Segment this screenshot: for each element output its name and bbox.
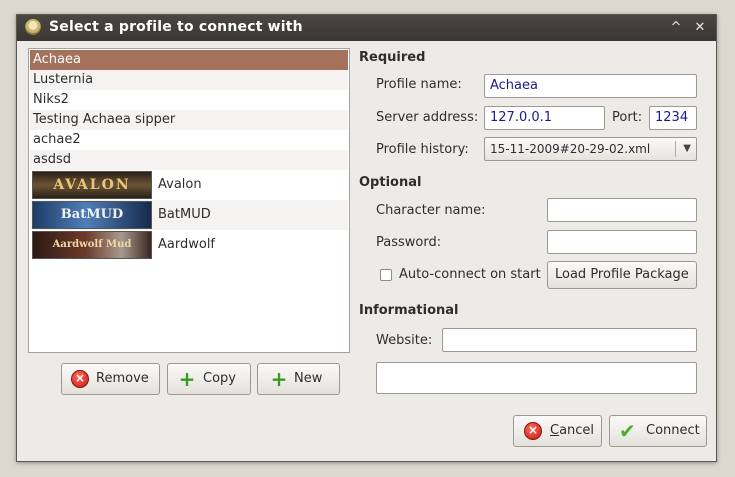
list-item[interactable]: asdsd [30, 150, 348, 170]
cancel-icon: × [524, 422, 542, 440]
website-input[interactable] [442, 328, 697, 352]
connect-button[interactable]: ✔ Connect [609, 415, 707, 447]
port-input[interactable]: 1234 [649, 106, 697, 130]
password-label: Password: [376, 235, 442, 250]
close-button[interactable]: ✕ [690, 18, 710, 38]
plus-icon: + [178, 367, 196, 391]
avalon-banner: AVALON [32, 171, 152, 199]
server-address-label: Server address: [376, 110, 479, 125]
checkmark-icon: ✔ [619, 419, 636, 443]
batmud-banner: BatMUD [32, 201, 152, 229]
port-label: Port: [612, 110, 643, 125]
profile-name-label: Profile name: [376, 77, 462, 92]
required-heading: Required [359, 50, 426, 65]
cancel-button[interactable]: × Cancel [513, 415, 602, 447]
optional-heading: Optional [359, 175, 422, 190]
profile-dialog: Select a profile to connect with ^ ✕ Ach… [16, 14, 717, 462]
list-item[interactable]: Aardwolf Mud Aardwolf [30, 230, 348, 260]
profile-history-select[interactable]: 15-11-2009#20-29-02.xml ▼ [484, 137, 697, 161]
server-address-input[interactable]: 127.0.0.1 [484, 106, 605, 130]
autoconnect-checkbox[interactable] [380, 269, 392, 281]
list-item[interactable]: Niks2 [30, 90, 348, 110]
password-input[interactable] [547, 230, 697, 254]
aardwolf-banner: Aardwolf Mud [32, 231, 152, 259]
list-item[interactable]: Lusternia [30, 70, 348, 90]
description-textarea[interactable] [376, 362, 697, 394]
copy-button[interactable]: + Copy [167, 363, 251, 395]
remove-button[interactable]: × Remove [61, 363, 160, 395]
list-item[interactable]: AVALON Avalon [30, 170, 348, 200]
remove-icon: × [71, 370, 89, 388]
list-item[interactable]: BatMUD BatMUD [30, 200, 348, 230]
website-label: Website: [376, 333, 433, 348]
list-item-label: Avalon [158, 177, 202, 192]
plus-icon: + [270, 367, 288, 391]
character-name-label: Character name: [376, 203, 486, 218]
profile-list[interactable]: Achaea Lusternia Niks2 Testing Achaea si… [28, 48, 350, 353]
load-profile-package-button[interactable]: Load Profile Package [547, 261, 697, 289]
character-name-input[interactable] [547, 198, 697, 222]
profile-name-input[interactable]: Achaea [484, 74, 697, 98]
list-item-label: BatMUD [158, 207, 211, 222]
autoconnect-label: Auto-connect on start [399, 267, 541, 282]
window-title: Select a profile to connect with [49, 19, 303, 35]
list-item-label: Aardwolf [158, 237, 216, 252]
list-item[interactable]: achae2 [30, 130, 348, 150]
app-icon [25, 19, 41, 35]
informational-heading: Informational [359, 303, 459, 318]
list-item[interactable]: Testing Achaea sipper [30, 110, 348, 130]
titlebar[interactable]: Select a profile to connect with ^ ✕ [17, 15, 716, 41]
minimize-button[interactable]: ^ [666, 18, 686, 38]
list-item[interactable]: Achaea [30, 50, 348, 70]
new-button[interactable]: + New [257, 363, 340, 395]
chevron-down-icon: ▼ [683, 143, 691, 154]
profile-history-label: Profile history: [376, 142, 469, 157]
